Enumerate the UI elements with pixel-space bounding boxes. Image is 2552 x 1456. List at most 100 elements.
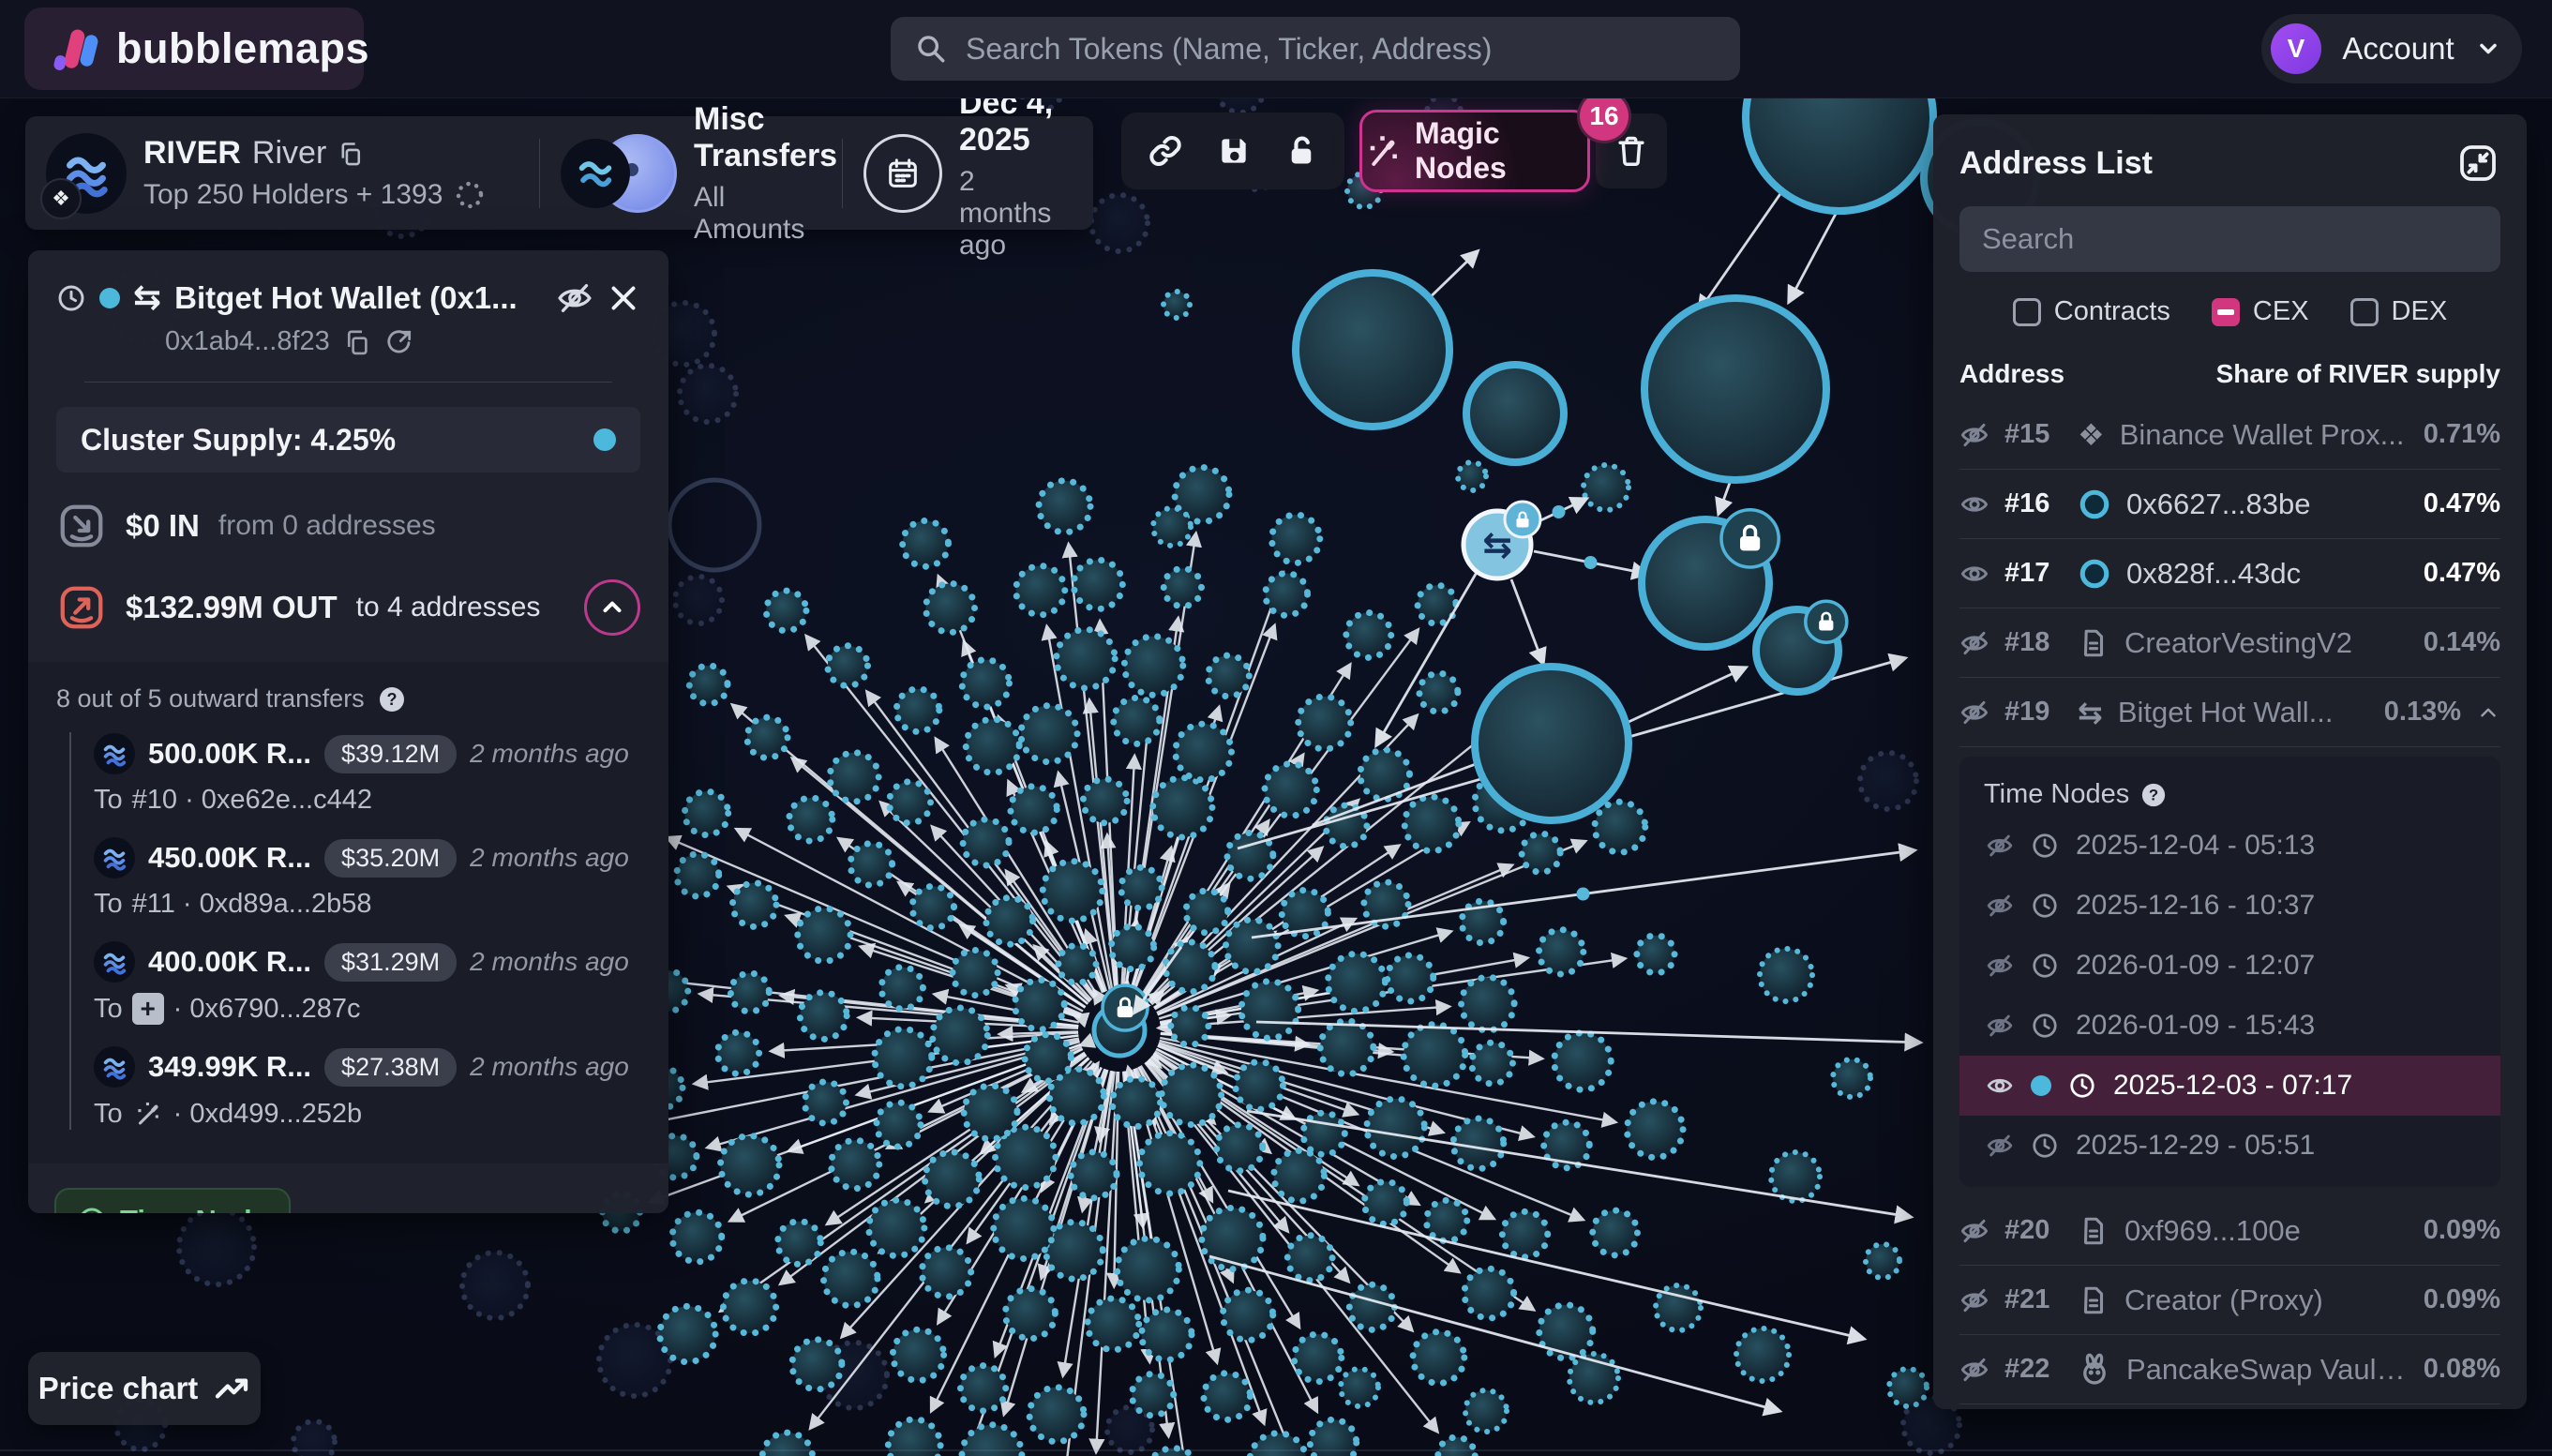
account-label: Account [2336, 31, 2460, 67]
token-info-bar: ❖ RIVER River Top 250 Holders + 1393 [25, 116, 1093, 230]
open-explorer-button[interactable] [384, 327, 414, 357]
share-value: 0.08% [2424, 1354, 2500, 1385]
transfer-destination[interactable]: To+· 0x6790...287c [94, 993, 640, 1025]
time-node-items: 2025-12-04 - 05:13 2025-12-16 - 10:37 20… [1976, 816, 2484, 1176]
help-icon[interactable]: ? [378, 685, 406, 713]
lock-button[interactable] [1284, 133, 1319, 169]
time-node-item[interactable]: 2026-01-09 - 12:07 [1976, 936, 2484, 996]
address-row-23[interactable]: #23 CreatorVestingV2 0.08% [1959, 1404, 2500, 1409]
chevron-down-icon [2475, 36, 2501, 62]
eye-slash-icon[interactable] [1959, 698, 1989, 728]
transfer-usd-badge: $39.12M [324, 735, 457, 773]
address-search-input[interactable]: Search [1959, 206, 2500, 272]
address-row-16[interactable]: #16 0x6627...83be 0.47% [1959, 470, 2500, 539]
eye-slash-icon[interactable] [1986, 892, 2014, 920]
token-summary[interactable]: ❖ RIVER River Top 250 Holders + 1393 [25, 116, 539, 230]
rank: #18 [2004, 627, 2063, 658]
rank: #21 [2004, 1284, 2063, 1315]
address-name: Binance Wallet Prox... [2120, 418, 2409, 452]
exchange-icon: ⇆ [133, 278, 161, 317]
avatar: V [2271, 23, 2321, 74]
transfer-amount: 400.00K R... [148, 945, 311, 979]
token-logo: ❖ [46, 133, 127, 214]
time-node-item[interactable]: 2025-12-03 - 07:17 [1959, 1056, 2500, 1116]
date-selector[interactable]: Dec 4, 2025 2 months ago [843, 116, 1093, 230]
clock-icon [2031, 1132, 2059, 1160]
eye-icon[interactable] [1986, 1072, 2014, 1100]
filter-cex[interactable]: CEX [2212, 296, 2309, 327]
cluster-supply-row: Cluster Supply: 4.25% [56, 407, 640, 473]
address-row-22[interactable]: #22 PancakeSwap Vault ... 0.08% [1959, 1335, 2500, 1404]
time-nodes-title: Time Nodes [1984, 779, 2129, 810]
address-row-18[interactable]: #18 CreatorVestingV2 0.14% [1959, 608, 2500, 678]
hide-wallet-button[interactable] [556, 279, 593, 317]
time-node-label: 2026-01-09 - 12:07 [2076, 950, 2315, 982]
calendar-icon [863, 134, 942, 213]
transfer-item[interactable]: 450.00K R... $35.20M 2 months ago To#11 … [94, 836, 640, 920]
collapse-outflows-button[interactable] [584, 579, 640, 636]
transfer-destination[interactable]: To#10 · 0xe62e...c442 [94, 785, 640, 816]
help-icon[interactable]: ? [2140, 782, 2167, 808]
eye-slash-icon[interactable] [1959, 1355, 1989, 1385]
collapse-panel-button[interactable] [2455, 141, 2500, 186]
bubblemaps-logo[interactable]: bubblemaps [24, 8, 364, 90]
transfer-destination[interactable]: To#11 · 0xd89a...2b58 [94, 889, 640, 920]
address-row-20[interactable]: #20 0xf969...100e 0.09% [1959, 1196, 2500, 1266]
chevron-up-icon[interactable] [2476, 700, 2500, 725]
eye-icon[interactable] [1959, 559, 1989, 589]
column-share: Share of RIVER supply [2216, 359, 2500, 389]
filter-label: CEX [2253, 296, 2309, 327]
time-node-button[interactable]: Time Node [54, 1188, 291, 1213]
filter-dex[interactable]: DEX [2350, 296, 2448, 327]
doc-icon [2078, 627, 2109, 659]
eye-slash-icon[interactable] [1986, 952, 2014, 980]
transfer-mode-selector[interactable]: Misc Transfers All Amounts [540, 116, 842, 230]
eye-icon[interactable] [1959, 489, 1989, 519]
save-button[interactable] [1216, 133, 1252, 169]
trend-up-icon [213, 1370, 250, 1407]
address-name: Bitget Hot Wall... [2118, 696, 2369, 729]
transfer-usd-badge: $27.38M [324, 1048, 457, 1087]
outflow-row[interactable]: $132.99M OUT to 4 addresses [56, 579, 640, 636]
in-sub: from 0 addresses [218, 510, 436, 542]
svg-text:?: ? [386, 690, 397, 709]
eye-slash-icon[interactable] [1959, 1285, 1989, 1315]
price-chart-button[interactable]: Price chart [28, 1352, 261, 1425]
address-row-15[interactable]: #15 ❖ Binance Wallet Prox... 0.71% [1959, 400, 2500, 470]
address-row-17[interactable]: #17 0x828f...43dc 0.47% [1959, 539, 2500, 608]
copy-address-button[interactable] [343, 328, 371, 356]
share-value: 0.13% [2384, 697, 2461, 728]
time-node-item[interactable]: 2025-12-29 - 05:51 [1976, 1116, 2484, 1176]
outward-transfers-section: 8 out of 5 outward transfers ? 500.00K R… [28, 662, 668, 1163]
token-search-input[interactable]: Search Tokens (Name, Ticker, Address) [891, 17, 1740, 81]
transfer-time: 2 months ago [470, 1052, 629, 1082]
address-row-21[interactable]: #21 Creator (Proxy) 0.09% [1959, 1266, 2500, 1335]
transfer-amount: 500.00K R... [148, 737, 311, 771]
eye-slash-icon[interactable] [1959, 420, 1989, 450]
eye-slash-icon[interactable] [1986, 1012, 2014, 1040]
clock-icon [2068, 1072, 2096, 1100]
magic-nodes-label: Magic Nodes [1415, 116, 1587, 186]
time-node-item[interactable]: 2026-01-09 - 15:43 [1976, 996, 2484, 1056]
transfer-destination[interactable]: To· 0xd499...252b [94, 1098, 640, 1130]
address-name: 0xf969...100e [2124, 1214, 2409, 1248]
eye-slash-icon[interactable] [1986, 1132, 2014, 1160]
filter-contracts[interactable]: Contracts [2013, 296, 2170, 327]
time-node-item[interactable]: 2025-12-04 - 05:13 [1976, 816, 2484, 876]
eye-slash-icon[interactable] [1959, 628, 1989, 658]
transfer-item[interactable]: 500.00K R... $39.12M 2 months ago To#10 … [94, 732, 640, 816]
magic-nodes-button[interactable]: Magic Nodes [1359, 110, 1590, 192]
time-node-item[interactable]: 2025-12-16 - 10:37 [1976, 876, 2484, 936]
clock-icon [2031, 1012, 2059, 1040]
eye-slash-icon[interactable] [1959, 1216, 1989, 1246]
transfer-item[interactable]: 349.99K R... $27.38M 2 months ago To· 0x… [94, 1045, 640, 1130]
eye-slash-icon[interactable] [1986, 832, 2014, 860]
transfer-item[interactable]: 400.00K R... $31.29M 2 months ago To+· 0… [94, 940, 640, 1025]
address-row-19[interactable]: #19 ⇆ Bitget Hot Wall... 0.13% [1959, 678, 2500, 747]
share-link-button[interactable] [1147, 132, 1184, 170]
account-menu-button[interactable]: V Account [2261, 14, 2522, 83]
search-icon [915, 33, 947, 65]
time-node-label: 2025-12-16 - 10:37 [2076, 890, 2315, 922]
copy-icon[interactable] [338, 141, 364, 167]
close-icon[interactable] [607, 281, 640, 315]
